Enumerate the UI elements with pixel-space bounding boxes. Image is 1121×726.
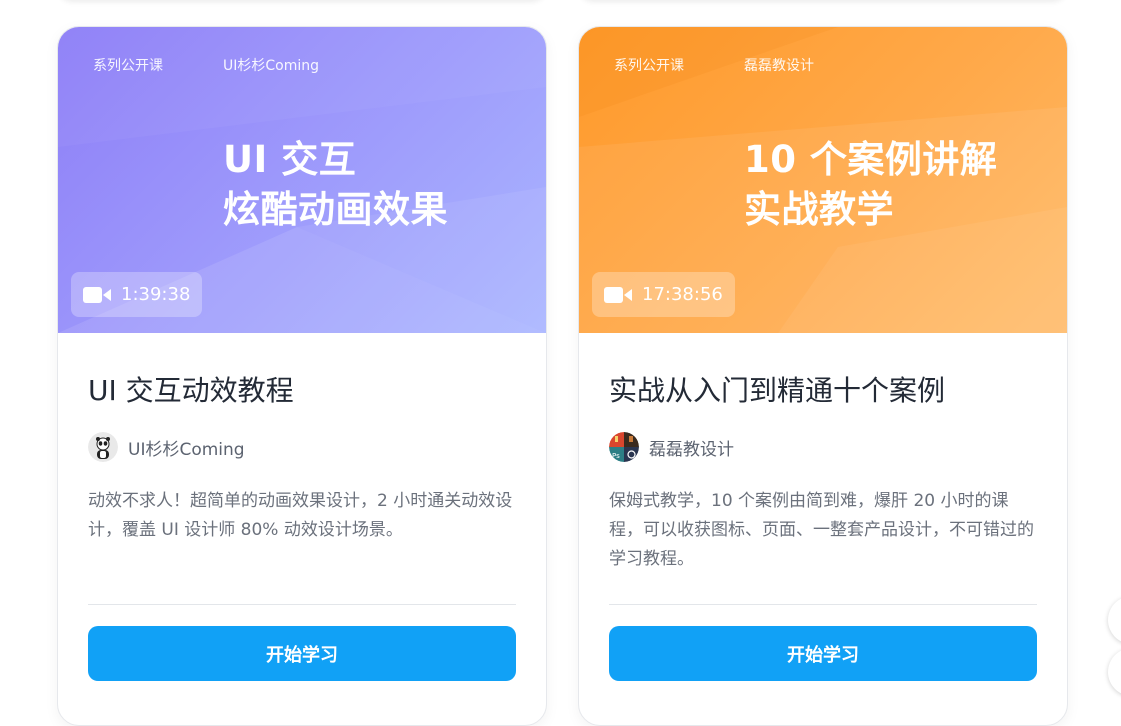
divider bbox=[609, 604, 1037, 605]
cover-title-line: 10 个案例讲解 bbox=[744, 138, 998, 181]
cover-tag-series: 系列公开课 bbox=[614, 58, 684, 74]
avatar bbox=[88, 432, 118, 462]
cover-tag-author: UI杉杉Coming bbox=[223, 58, 320, 74]
author-name: 磊磊教设计 bbox=[649, 439, 734, 460]
cover-tags: 系列公开课 UI杉杉Coming bbox=[93, 56, 319, 76]
course-card[interactable]: 系列公开课 磊磊教设计 10 个案例讲解 实战教学 17:38:56 实战从入门… bbox=[578, 26, 1068, 726]
course-description: 保姆式教学，10 个案例由简到难，爆肝 20 小时的课程，可以收获图标、页面、一… bbox=[609, 491, 1034, 569]
cover-tag-series: 系列公开课 bbox=[93, 58, 163, 74]
course-card[interactable]: 系列公开课 UI杉杉Coming UI 交互 炫酷动画效果 1:39:38 UI… bbox=[57, 26, 547, 726]
cover-title: 10 个案例讲解 实战教学 bbox=[744, 135, 997, 235]
start-learning-button[interactable]: 开始学习 bbox=[88, 626, 516, 681]
start-learning-button[interactable]: 开始学习 bbox=[609, 626, 1037, 681]
duration-badge: 17:38:56 bbox=[592, 272, 735, 317]
cover-tag-author: 磊磊教设计 bbox=[744, 58, 814, 74]
duration-badge: 1:39:38 bbox=[71, 272, 203, 317]
course-title[interactable]: UI 交互动效教程 bbox=[88, 371, 516, 411]
course-cover[interactable]: 系列公开课 UI杉杉Coming UI 交互 炫酷动画效果 1:39:38 bbox=[58, 27, 546, 333]
course-author[interactable]: Ps 磊磊教设计 bbox=[609, 431, 1037, 463]
course-description: 动效不求人！超简单的动画效果设计，2 小时通关动效设计，覆盖 UI 设计师 80… bbox=[88, 491, 513, 540]
cover-title-line: UI 交互 bbox=[223, 138, 357, 181]
duration-text: 1:39:38 bbox=[121, 284, 191, 305]
video-camera-icon bbox=[83, 286, 111, 304]
cover-title-line: 炫酷动画效果 bbox=[223, 188, 448, 231]
course-author[interactable]: UI杉杉Coming bbox=[88, 431, 516, 463]
divider bbox=[88, 604, 516, 605]
duration-text: 17:38:56 bbox=[642, 284, 723, 305]
avatar: Ps bbox=[609, 432, 639, 462]
course-title[interactable]: 实战从入门到精通十个案例 bbox=[609, 371, 1037, 411]
video-camera-icon bbox=[604, 286, 632, 304]
course-cover[interactable]: 系列公开课 磊磊教设计 10 个案例讲解 实战教学 17:38:56 bbox=[579, 27, 1067, 333]
cover-title: UI 交互 炫酷动画效果 bbox=[223, 135, 448, 235]
svg-text:Ps: Ps bbox=[612, 452, 620, 460]
cover-title-line: 实战教学 bbox=[744, 188, 894, 231]
author-name: UI杉杉Coming bbox=[128, 439, 245, 460]
floating-action-button[interactable] bbox=[1108, 648, 1121, 696]
floating-action-button[interactable] bbox=[1108, 596, 1121, 644]
cover-tags: 系列公开课 磊磊教设计 bbox=[614, 56, 814, 76]
